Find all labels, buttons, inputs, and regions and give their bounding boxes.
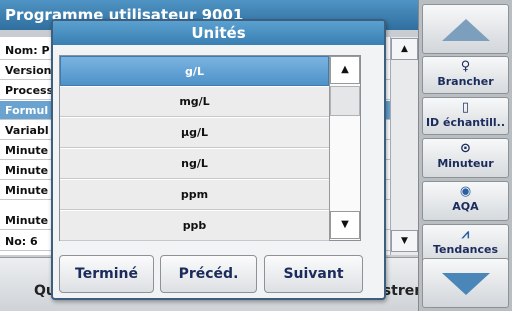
sample-id-button-label: ID échantill.. (425, 116, 506, 129)
person-icon: ♀ (460, 59, 471, 74)
background-scrollbar[interactable] (390, 37, 418, 255)
nav-down-button[interactable] (422, 258, 509, 308)
timer-button-label: Minuteur (437, 157, 494, 170)
units-dialog: Unités g/L mg/L µg/L ng/L ppm ppb ▲ ▼ Te… (51, 19, 386, 300)
background-scroll-down-button[interactable]: ▼ (391, 230, 418, 252)
caret-down-icon: ▼ (341, 219, 349, 230)
arrow-up-icon (442, 19, 490, 41)
scroll-thumb[interactable] (330, 86, 360, 116)
aqa-button[interactable]: ◉ AQA (422, 181, 509, 221)
timer-icon: ⊙ (460, 141, 471, 156)
previous-button[interactable]: Précéd. (160, 255, 257, 293)
sample-vial-icon: ▯ (461, 100, 470, 115)
sample-id-button[interactable]: ▯ ID échantill.. (422, 97, 509, 135)
trends-button-label: Tendances (433, 243, 498, 256)
arrow-down-icon (442, 273, 490, 295)
unit-option-mg-per-l[interactable]: mg/L (60, 87, 329, 117)
next-button[interactable]: Suivant (264, 255, 363, 293)
done-button[interactable]: Terminé (59, 255, 154, 293)
units-list: g/L mg/L µg/L ng/L ppm ppb ▲ ▼ (59, 55, 361, 241)
aqa-button-label: AQA (452, 200, 479, 213)
scroll-down-button[interactable]: ▼ (330, 211, 360, 239)
aqa-icon: ◉ (459, 184, 472, 199)
background-scroll-up-button[interactable]: ▲ (391, 38, 418, 60)
connect-button[interactable]: ♀ Brancher (422, 56, 509, 94)
units-scrollbar[interactable]: ▲ ▼ (329, 56, 360, 240)
caret-up-icon: ▲ (341, 64, 349, 75)
unit-option-ug-per-l[interactable]: µg/L (60, 118, 329, 148)
scroll-up-button[interactable]: ▲ (330, 56, 360, 84)
connect-button-label: Brancher (437, 75, 494, 88)
nav-up-button[interactable] (422, 4, 509, 54)
unit-option-ppm[interactable]: ppm (60, 180, 329, 210)
trend-chart-icon: ⩘ (461, 227, 470, 242)
dialog-title: Unités (53, 21, 384, 45)
unit-option-ppb[interactable]: ppb (60, 211, 329, 241)
unit-option-ng-per-l[interactable]: ng/L (60, 149, 329, 179)
unit-option-g-per-l[interactable]: g/L (60, 56, 329, 86)
timer-button[interactable]: ⊙ Minuteur (422, 138, 509, 178)
